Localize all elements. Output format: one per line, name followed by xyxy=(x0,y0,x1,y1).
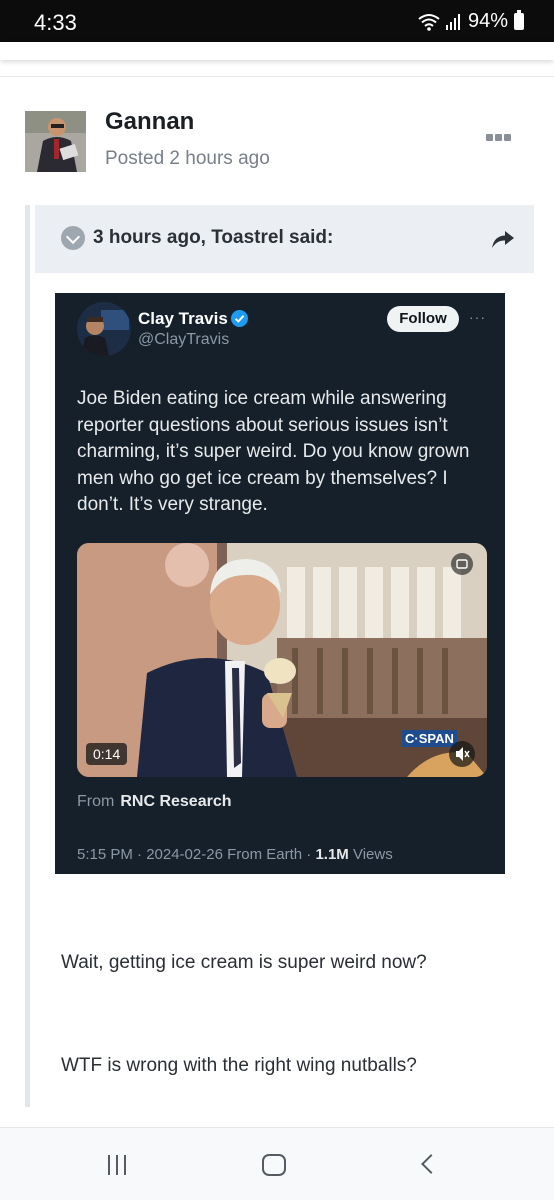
status-time: 4:33 xyxy=(34,10,77,35)
wifi-icon xyxy=(418,13,440,31)
post-timestamp: Posted 2 hours ago xyxy=(105,148,270,169)
android-nav-bar xyxy=(0,1127,554,1200)
video-duration: 0:14 xyxy=(86,743,128,765)
tweet-handle: @ClayTravis xyxy=(138,331,230,348)
mute-icon xyxy=(449,741,475,767)
quote-citation: 3 hours ago, Toastrel said: xyxy=(93,227,334,248)
follow-button: Follow xyxy=(387,306,459,332)
tweet-text: Joe Biden eating ice cream while answeri… xyxy=(77,388,470,516)
tweet-source-name: RNC Research xyxy=(120,793,232,810)
tweet-stats: 5:15 PM · 2024-02-26 From Earth · 1.1M V… xyxy=(77,846,393,863)
tweet-more-icon: ··· xyxy=(469,309,486,325)
quote-text-line: Wait, getting ice cream is super weird n… xyxy=(61,952,427,973)
status-bar: 4:33 94% xyxy=(0,0,554,42)
status-icons: 94% xyxy=(418,10,524,33)
recent-apps-icon[interactable] xyxy=(108,1155,126,1175)
more-options-icon[interactable] xyxy=(486,134,511,141)
back-icon[interactable] xyxy=(421,1154,441,1174)
battery-level: 94% xyxy=(467,10,508,32)
tweet-video-thumbnail: 0:14 C·SPAN xyxy=(77,543,487,777)
share-arrow-icon[interactable] xyxy=(490,227,516,251)
verified-badge-icon xyxy=(231,310,248,327)
home-icon[interactable] xyxy=(262,1154,286,1176)
signal-icon xyxy=(445,13,460,30)
divider xyxy=(0,76,554,77)
quote-header: 3 hours ago, Toastrel said: xyxy=(35,205,534,273)
tweet-source-prefix: From xyxy=(77,793,115,810)
quote-text-line: WTF is wrong with the right wing nutball… xyxy=(61,1055,417,1076)
tweet-timestamp: 5:15 PM · 2024-02-26 From Earth · xyxy=(77,846,316,863)
media-settings-icon xyxy=(451,553,473,575)
tweet-views-count: 1.1M xyxy=(315,846,349,863)
author-name[interactable]: Gannan xyxy=(105,108,194,136)
tweet-avatar xyxy=(77,302,131,356)
tweet-views-label: Views xyxy=(348,846,393,863)
app-header xyxy=(0,42,554,60)
chevron-down-icon[interactable] xyxy=(61,226,85,250)
embedded-tweet-image[interactable]: Clay Travis @ClayTravis Follow ··· Joe B… xyxy=(55,293,505,874)
tweet-source: From RNC Research xyxy=(77,793,231,811)
avatar[interactable] xyxy=(25,111,86,172)
tweet-author-name: Clay Travis xyxy=(138,309,228,328)
battery-icon xyxy=(514,10,524,30)
